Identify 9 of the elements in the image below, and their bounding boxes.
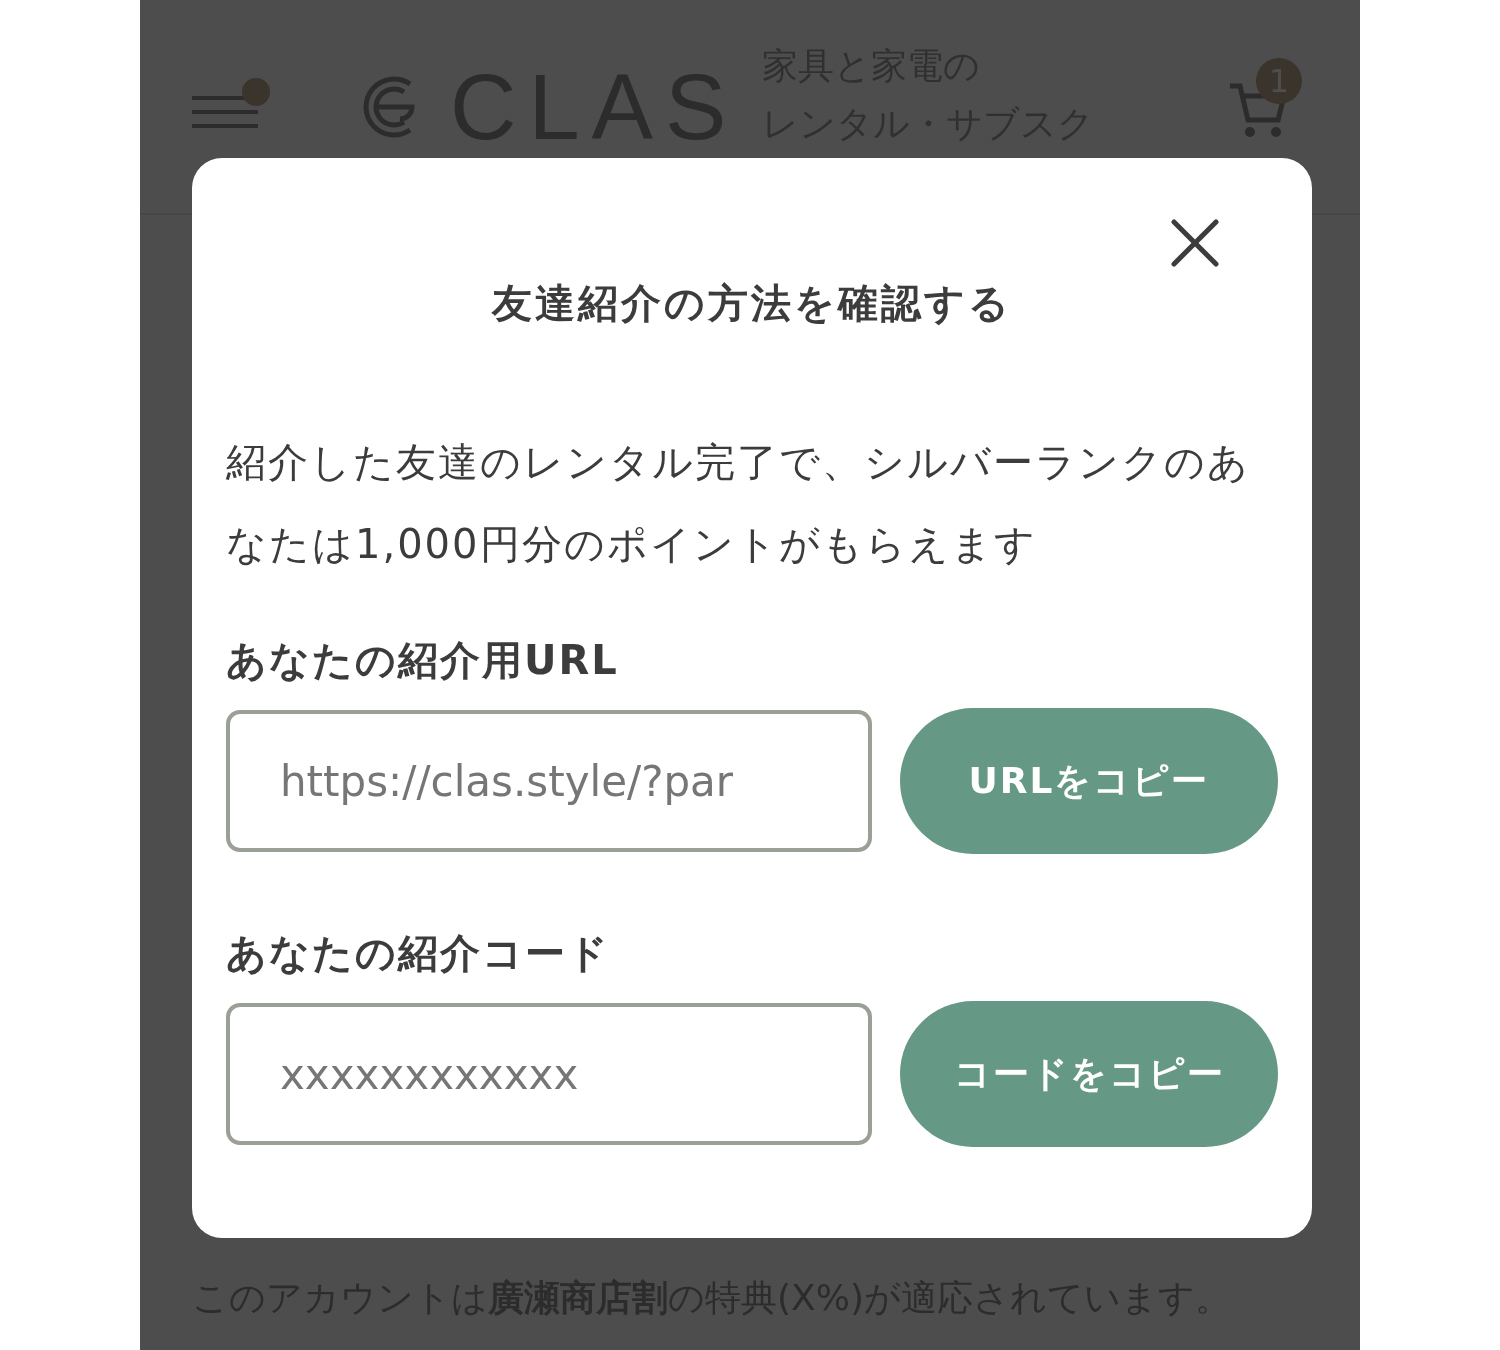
field-label: あなたの紹介用URL xyxy=(226,636,620,685)
input-field[interactable]: xxxxxxxxxxxx xyxy=(226,1003,872,1145)
close-icon[interactable] xyxy=(1170,218,1220,268)
dialog-title: 友達紹介の方法を確認する xyxy=(490,279,1013,328)
copy-button[interactable]: コードをコピー xyxy=(900,1001,1278,1147)
input-field[interactable]: https://clas.style/?par xyxy=(226,710,872,852)
field-label: あなたの紹介コード xyxy=(226,929,611,978)
description: 紹介した友達のレンタル完了で、シルバーランクのあなたは1,000円分のポイントがもらえます xyxy=(226,438,1251,569)
copy-button[interactable]: URLをコピー xyxy=(900,708,1278,854)
